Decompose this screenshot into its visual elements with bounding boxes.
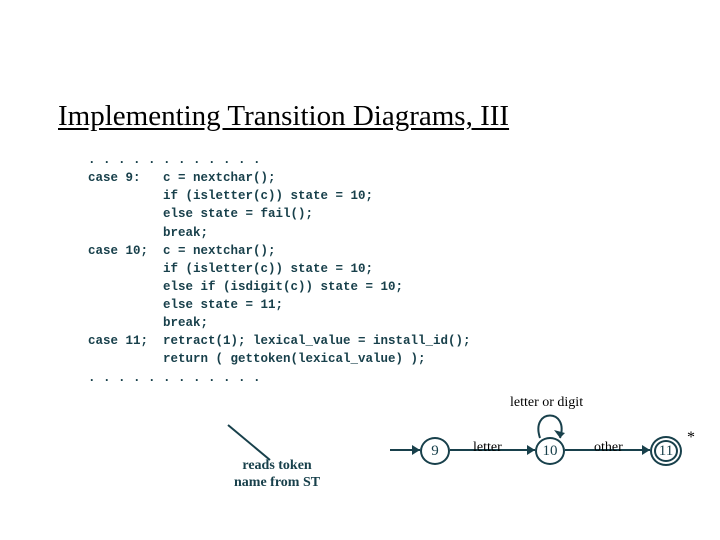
code-line: if (isletter(c)) state = 10; <box>88 189 373 203</box>
code-line: . . . . . . . . . . . . <box>88 371 261 385</box>
node-label: 9 <box>431 443 439 460</box>
node-label: 10 <box>543 443 558 460</box>
caption-reads-token: reads token name from ST <box>234 458 320 492</box>
node-label: 11 <box>659 443 673 460</box>
edge-label-other: other <box>594 440 623 456</box>
edge-label-letter: letter <box>473 440 502 456</box>
code-line: return ( gettoken(lexical_value) ); <box>88 352 426 366</box>
code-line: case 11; retract(1); lexical_value = ins… <box>88 334 471 348</box>
code-line: else state = 11; <box>88 298 283 312</box>
code-line: case 9: c = nextchar(); <box>88 171 276 185</box>
code-line: else state = fail(); <box>88 207 313 221</box>
slide: Implementing Transition Diagrams, III . … <box>0 0 720 540</box>
accepting-ring <box>654 440 678 462</box>
slide-title: Implementing Transition Diagrams, III <box>0 0 720 133</box>
state-node-10: 10 <box>535 437 565 465</box>
code-line: . . . . . . . . . . . . <box>88 153 261 167</box>
star-marker: * <box>687 429 695 447</box>
code-line: else if (isdigit(c)) state = 10; <box>88 280 403 294</box>
edge-label-loop: letter or digit <box>510 395 583 411</box>
code-line: break; <box>88 226 208 240</box>
code-line: if (isletter(c)) state = 10; <box>88 262 373 276</box>
code-line: break; <box>88 316 208 330</box>
code-line: case 10; c = nextchar(); <box>88 244 276 258</box>
code-block: . . . . . . . . . . . . case 9: c = next… <box>0 151 720 387</box>
state-node-9: 9 <box>420 437 450 465</box>
state-node-11: 11 <box>650 436 682 466</box>
